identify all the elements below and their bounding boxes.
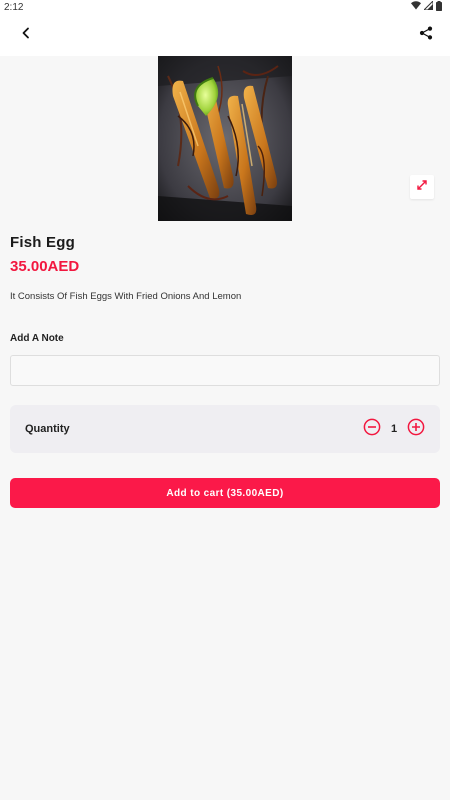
share-icon — [419, 26, 433, 45]
quantity-stepper: 1 — [363, 418, 425, 441]
increase-quantity-button[interactable] — [407, 418, 425, 441]
note-input[interactable] — [10, 355, 440, 386]
minus-circle-icon — [363, 418, 381, 441]
decrease-quantity-button[interactable] — [363, 418, 381, 441]
signal-icon — [422, 0, 434, 13]
product-image[interactable] — [158, 56, 292, 221]
status-bar: 2:12 — [0, 0, 450, 14]
wifi-icon — [411, 1, 421, 13]
expand-image-button[interactable] — [410, 175, 434, 199]
product-price: 35.00AED — [10, 258, 80, 275]
expand-icon — [416, 178, 428, 196]
battery-icon — [436, 0, 442, 14]
share-button[interactable] — [416, 25, 436, 45]
add-to-cart-button[interactable]: Add to cart (35.00AED) — [10, 478, 440, 508]
back-button[interactable] — [16, 25, 36, 45]
product-title: Fish Egg — [10, 234, 75, 251]
quantity-value: 1 — [390, 423, 398, 435]
status-time: 2:12 — [4, 1, 24, 13]
back-arrow-icon — [20, 26, 32, 44]
note-label: Add A Note — [10, 333, 64, 344]
product-description: It Consists Of Fish Eggs With Fried Onio… — [10, 291, 242, 302]
quantity-label: Quantity — [25, 423, 70, 435]
status-icons — [411, 0, 442, 14]
app-bar — [0, 14, 450, 56]
plus-circle-icon — [407, 418, 425, 441]
quantity-card: Quantity 1 — [10, 405, 440, 453]
product-image-area — [0, 56, 450, 221]
